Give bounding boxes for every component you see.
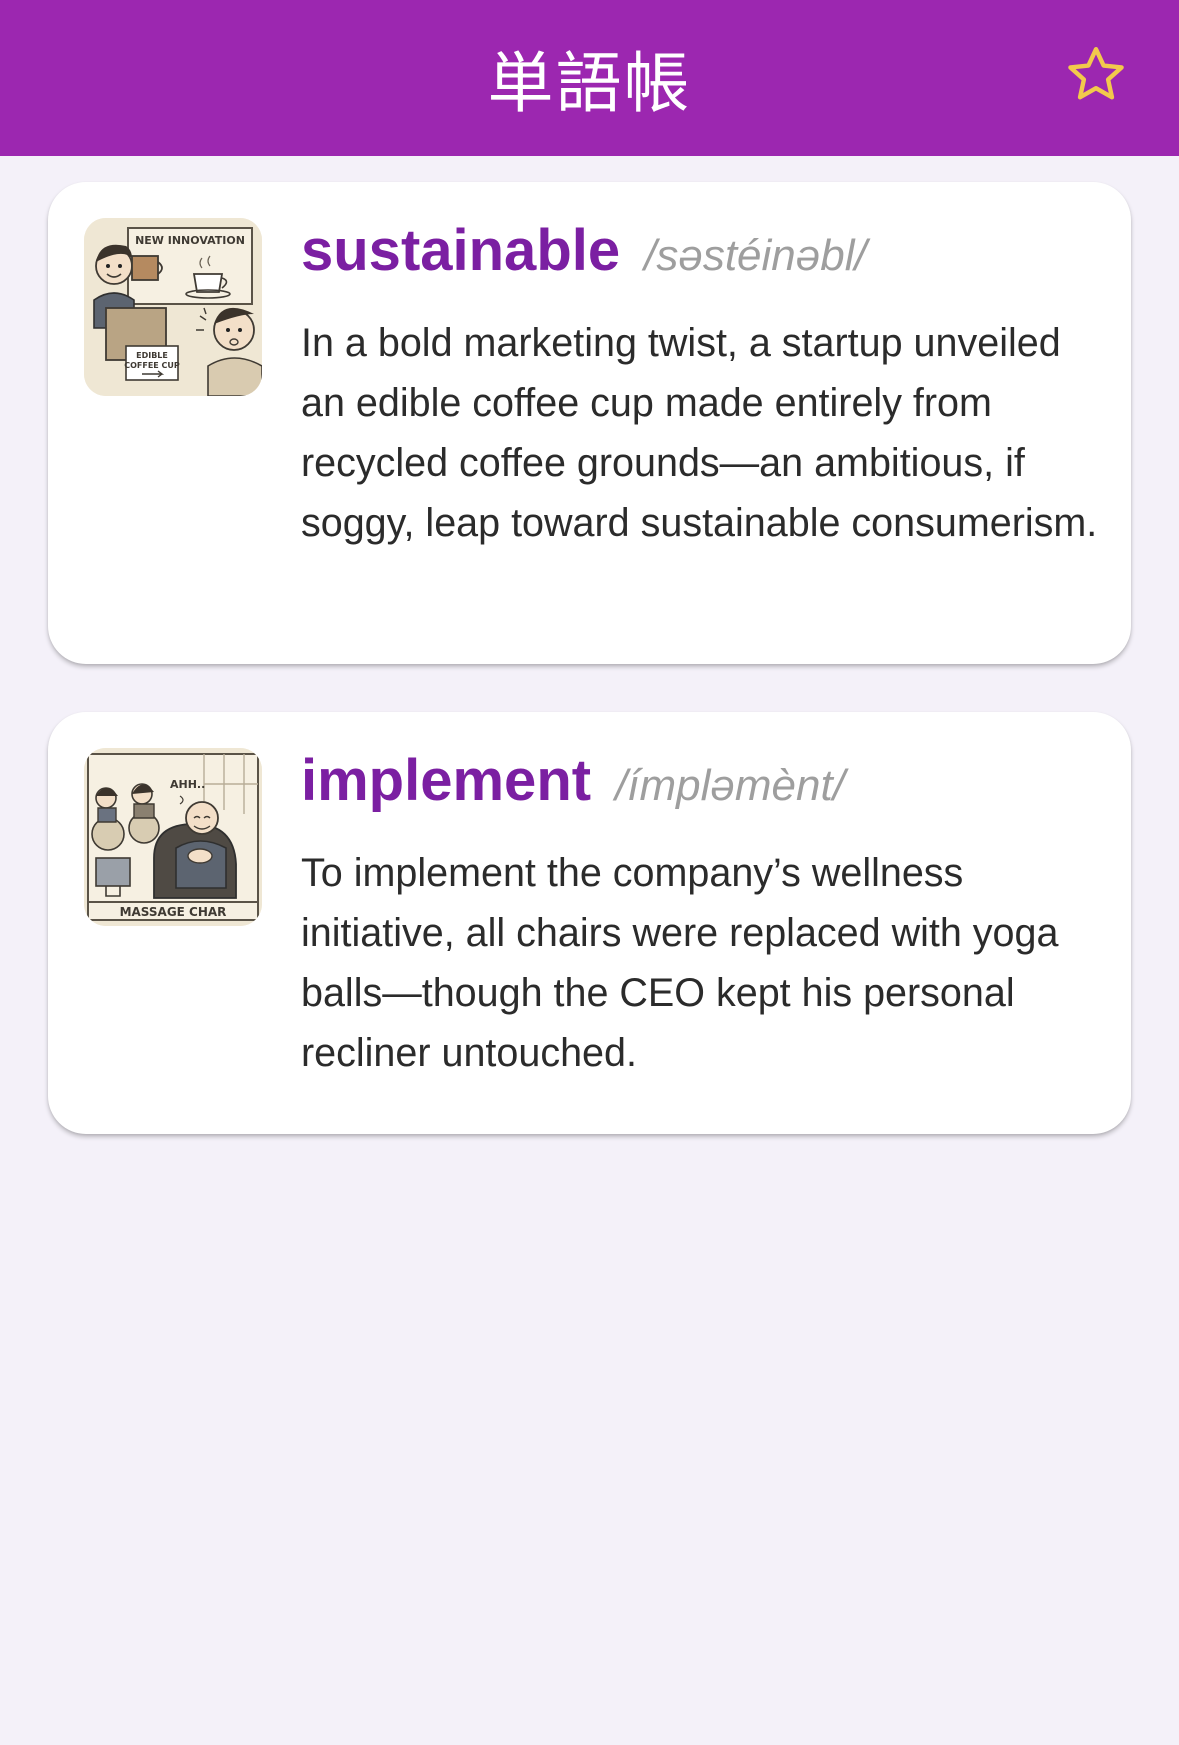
- image-placard-line1: EDIBLE: [136, 351, 168, 360]
- word-illustration-sustainable: NEW INNOVATION EDIBLE COFFEE CUP: [84, 218, 262, 396]
- card-text: implement /ímpləmènt/ To implement the c…: [301, 752, 1091, 1083]
- word-line: sustainable /səstéinəbl/: [301, 222, 1091, 281]
- app-title: 単語帳: [487, 45, 692, 122]
- image-speech-text: AHH..: [170, 778, 205, 791]
- word-pronunciation: /ímpləmènt/: [615, 761, 845, 810]
- star-outline-icon: [1068, 46, 1124, 100]
- example-sentence: To implement the company’s wellness init…: [301, 851, 1059, 1075]
- word-pronunciation: /səstéinəbl/: [644, 231, 867, 280]
- card-text: sustainable /səstéinəbl/ In a bold marke…: [301, 222, 1097, 553]
- word-title: implement: [301, 748, 592, 813]
- example-sentence: In a bold marketing twist, a startup unv…: [301, 321, 1098, 545]
- word-illustration-implement: AHH.. MASSAGE CHAR: [84, 748, 262, 926]
- word-title: sustainable: [301, 218, 621, 283]
- word-card-implement[interactable]: AHH.. MASSAGE CHAR implement /ímpləmènt/…: [48, 712, 1131, 1134]
- image-sign-text: NEW INNOVATION: [135, 234, 245, 247]
- app-header: 単語帳: [0, 0, 1179, 156]
- image-placard-line2: COFFEE CUP: [124, 361, 180, 370]
- word-line: implement /ímpləmènt/: [301, 752, 1091, 811]
- word-card-sustainable[interactable]: NEW INNOVATION EDIBLE COFFEE CUP sustain…: [48, 182, 1131, 664]
- word-list: NEW INNOVATION EDIBLE COFFEE CUP sustain…: [48, 182, 1131, 1182]
- image-caption-text: MASSAGE CHAR: [120, 905, 227, 919]
- favorites-star-button[interactable]: [1059, 38, 1133, 112]
